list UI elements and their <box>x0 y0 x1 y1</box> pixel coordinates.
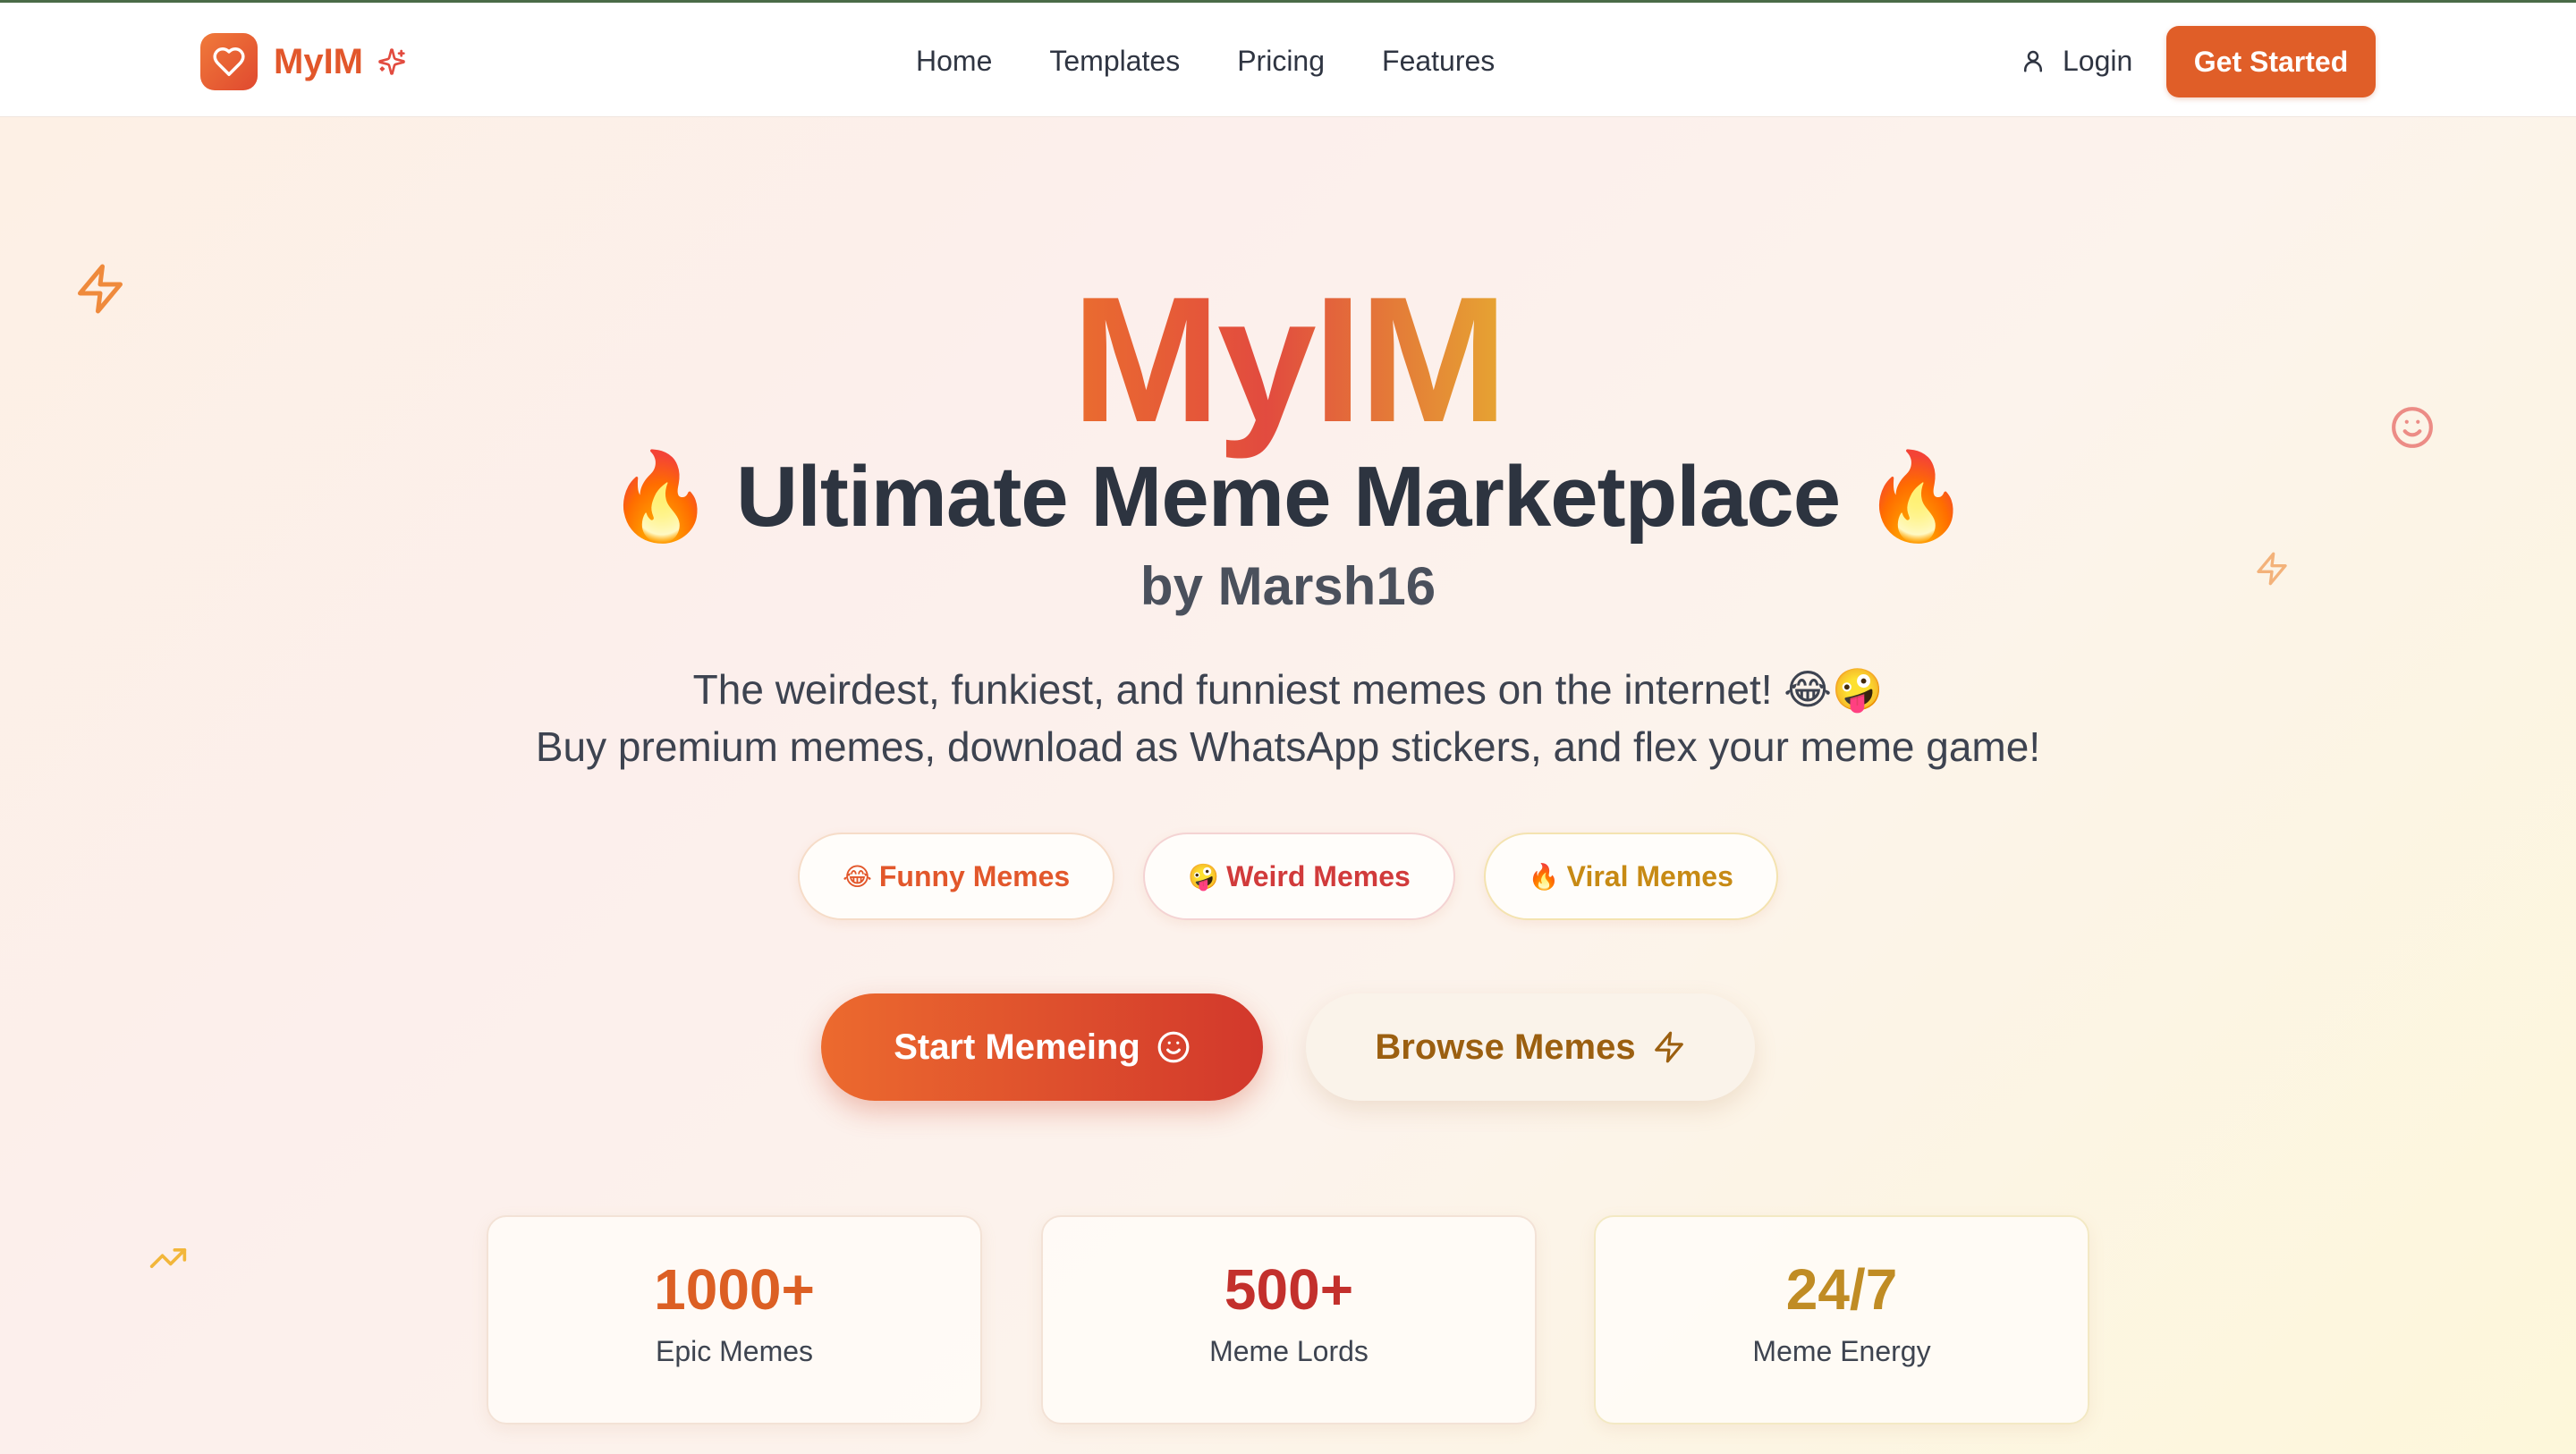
hero-description-line1: The weirdest, funkiest, and funniest mem… <box>692 666 1884 713</box>
browse-memes-label: Browse Memes <box>1375 1027 1636 1067</box>
nav-templates[interactable]: Templates <box>1049 45 1180 78</box>
pill-emoji: 😂 <box>843 862 872 891</box>
trending-up-icon <box>149 1248 187 1268</box>
stat-label: Epic Memes <box>655 1335 814 1368</box>
nav-pricing[interactable]: Pricing <box>1237 45 1325 78</box>
category-pills: 😂 Funny Memes 🤪 Weird Memes 🔥 Viral Meme… <box>0 833 2576 920</box>
hero-title: MyIM <box>0 271 2576 450</box>
nav-features[interactable]: Features <box>1382 45 1495 78</box>
stat-card-epic-memes: 1000+ Epic Memes <box>487 1215 982 1424</box>
start-memeing-label: Start Memeing <box>894 1027 1140 1067</box>
heart-icon <box>200 33 258 90</box>
stat-label: Meme Lords <box>1209 1335 1368 1368</box>
browse-memes-button[interactable]: Browse Memes <box>1306 993 1755 1101</box>
stat-value: 500+ <box>1224 1257 1354 1322</box>
sparkles-icon <box>378 48 405 75</box>
navbar: MyIM Home Templates Pricing Features Log… <box>0 3 2576 117</box>
main-nav: Home Templates Pricing Features <box>916 38 1495 83</box>
stat-label: Meme Energy <box>1752 1335 1931 1368</box>
stat-card-meme-lords: 500+ Meme Lords <box>1041 1215 1537 1424</box>
hero-description: The weirdest, funkiest, and funniest mem… <box>0 661 2576 775</box>
nav-home[interactable]: Home <box>916 45 992 78</box>
user-icon <box>2024 50 2042 72</box>
pill-label: Viral Memes <box>1566 859 1733 892</box>
login-label: Login <box>2063 44 2133 77</box>
pill-weird-memes[interactable]: 🤪 Weird Memes <box>1143 833 1455 920</box>
hero-byline: by Marsh16 <box>1140 556 1436 616</box>
pill-funny-memes[interactable]: 😂 Funny Memes <box>798 833 1115 920</box>
hero-subtitle: 🔥 Ultimate Meme Marketplace 🔥 <box>606 449 1970 545</box>
zap-icon <box>1654 1031 1683 1063</box>
stat-value: 1000+ <box>654 1257 815 1322</box>
pill-label: Weird Memes <box>1226 859 1411 892</box>
stat-card-meme-energy: 24/7 Meme Energy <box>1594 1215 2089 1424</box>
get-started-button[interactable]: Get Started <box>2166 26 2376 97</box>
pill-emoji: 🤪 <box>1188 862 1220 891</box>
stat-value: 24/7 <box>1785 1257 1898 1322</box>
pill-viral-memes[interactable]: 🔥 Viral Memes <box>1483 833 1778 920</box>
pill-emoji: 🔥 <box>1528 862 1560 891</box>
brand-name: MyIM <box>274 41 363 81</box>
start-memeing-button[interactable]: Start Memeing <box>821 993 1263 1101</box>
hero-ctas: Start Memeing Browse Memes <box>821 993 1755 1101</box>
brand-link[interactable]: MyIM <box>200 33 406 90</box>
login-button[interactable]: Login <box>2020 38 2132 83</box>
hero-description-line2: Buy premium memes, download as WhatsApp … <box>535 723 2041 770</box>
pill-label: Funny Memes <box>878 859 1071 892</box>
hero-title-text: MyIM <box>1072 260 1508 460</box>
smile-icon <box>1157 1031 1190 1063</box>
